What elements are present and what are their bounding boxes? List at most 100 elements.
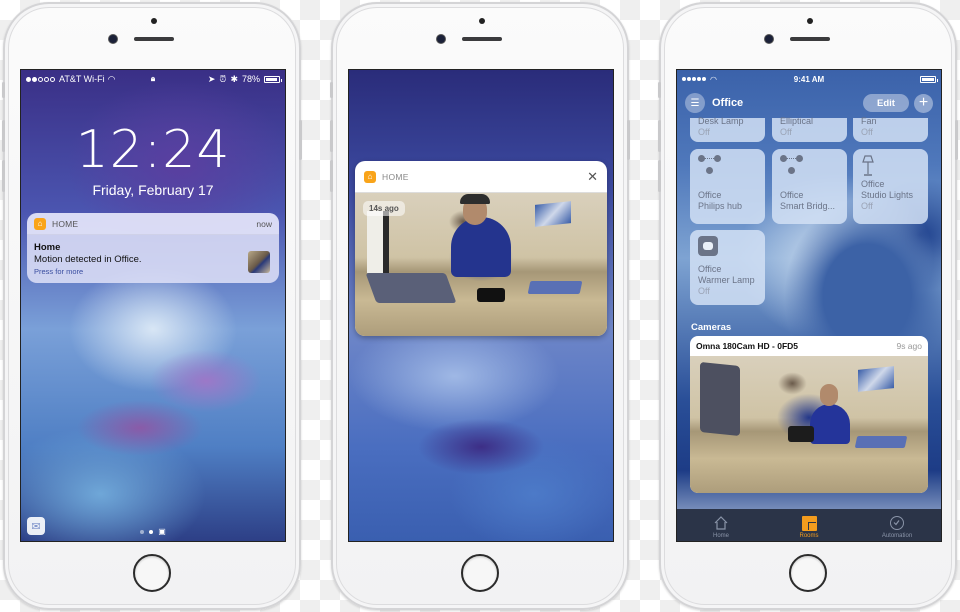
motion-notification[interactable]: ⌂ HOME now Home Motion detected in Offic… (27, 213, 279, 283)
volume-up-button (330, 120, 333, 152)
accessory-tile-elliptical[interactable]: Elliptical Off (772, 116, 847, 142)
home-button[interactable] (133, 554, 171, 592)
home-button[interactable] (461, 554, 499, 592)
home-app-icon: ⌂ (34, 217, 46, 230)
tile-room: Office (780, 190, 804, 200)
phone-home-app: ◠ 9:41 AM ☰ Office Edit + Desk Lamp Off … (658, 2, 958, 610)
power-button (299, 120, 302, 160)
proximity-sensor (807, 18, 813, 24)
tab-home[interactable]: Home (677, 509, 765, 541)
phone-expanded-notification: ⌂ HOME ✕ 14s ago (330, 2, 630, 610)
tile-state: Off (861, 127, 873, 137)
mute-switch (2, 82, 5, 98)
wifi-icon: ◠ (107, 73, 116, 84)
accessory-tile-fan[interactable]: Fan Off (853, 116, 928, 142)
tile-name: Studio Lights (861, 190, 914, 200)
video-wall-picture (535, 201, 571, 227)
home-icon (714, 516, 728, 530)
page-dot (140, 530, 145, 534)
accessory-tile-smart-bridge[interactable]: Office Smart Bridg... (772, 149, 847, 224)
carrier-label: AT&T Wi-Fi (59, 74, 105, 84)
volume-down-button (2, 160, 5, 192)
battery-icon (920, 75, 938, 83)
front-camera (109, 35, 117, 43)
automation-clock-icon (890, 516, 904, 530)
video-camera-object (788, 426, 814, 442)
tile-name: Elliptical (780, 116, 814, 126)
camera-card[interactable]: Omna 180Cam HD - 0FD5 9s ago (690, 336, 928, 493)
status-bar: ◠ 9:41 AM (677, 70, 941, 88)
wifi-icon: ◠ (710, 74, 717, 84)
camera-live-view[interactable]: 14s ago (355, 193, 607, 336)
tile-room: Office (861, 179, 885, 189)
video-tablet (527, 281, 583, 294)
front-camera (765, 35, 773, 43)
status-bar: AT&T Wi-Fi ◠ 🔒︎ ➤ ⏰︎ ✱ 78% (21, 70, 285, 88)
notification-app-name: HOME (52, 218, 79, 229)
nav-bar: ☰ Office Edit + (677, 88, 941, 118)
tab-rooms[interactable]: Rooms (765, 509, 853, 541)
earpiece-speaker (790, 37, 830, 41)
video-wall-picture (858, 366, 894, 392)
signal-icon (682, 77, 707, 81)
video-person-cap (460, 194, 490, 204)
volume-down-button (330, 160, 333, 192)
volume-up-button (658, 120, 661, 152)
accessory-tile-philips-hub[interactable]: Office Philips hub (690, 149, 765, 224)
video-laptop (365, 273, 457, 303)
video-person-head (820, 384, 838, 406)
notification-time: now (256, 218, 272, 229)
tile-name: Desk Lamp (698, 116, 744, 126)
page-dot-current (149, 530, 154, 534)
bluetooth-icon: ✱ (230, 73, 238, 84)
hub-icon (698, 155, 722, 177)
tile-state: Off (698, 286, 710, 296)
tile-name: Smart Bridg... (780, 201, 836, 211)
add-button[interactable]: + (914, 93, 933, 113)
alarm-icon: ⏰︎ (219, 73, 227, 84)
video-tablet (854, 436, 908, 448)
lamp-icon (861, 155, 875, 177)
section-header-cameras: Cameras (691, 322, 732, 333)
tile-name: Warmer Lamp (698, 275, 755, 285)
home-app-screen: ◠ 9:41 AM ☰ Office Edit + Desk Lamp Off … (676, 69, 942, 542)
notification-card: ⌂ HOME ✕ 14s ago (355, 161, 607, 336)
tile-name: Fan (861, 116, 877, 126)
accessory-tile-desk-lamp[interactable]: Desk Lamp Off (690, 116, 765, 142)
camera-time: 9s ago (896, 341, 922, 351)
power-button (955, 120, 958, 160)
proximity-sensor (479, 18, 485, 24)
notification-title: Home (34, 242, 61, 253)
battery-percent: 78% (241, 74, 260, 84)
video-laptop (700, 361, 740, 437)
home-button[interactable] (789, 554, 827, 592)
tab-automation[interactable]: Automation (853, 509, 941, 541)
edit-button[interactable]: Edit (863, 94, 909, 112)
tile-state: Off (698, 127, 710, 137)
tile-room: Office (698, 190, 722, 200)
signal-icon (26, 74, 56, 84)
mute-switch (330, 82, 333, 98)
tab-bar: Home Rooms Automation (677, 509, 941, 541)
camera-thumbnail (248, 251, 270, 273)
camera-name: Omna 180Cam HD - 0FD5 (696, 341, 799, 351)
mute-switch (658, 82, 661, 98)
tab-label: Automation (881, 533, 913, 539)
lock-icon: 🔒︎ (150, 74, 156, 83)
camera-icon: ▣ (158, 527, 166, 536)
notification-app-name: HOME (382, 171, 409, 182)
power-button (627, 120, 630, 160)
home-app-icon: ⌂ (364, 170, 376, 183)
press-for-more[interactable]: Press for more (34, 267, 83, 276)
list-icon[interactable]: ☰ (685, 93, 705, 113)
tile-state: Off (861, 201, 873, 211)
front-camera (437, 35, 445, 43)
outlet-icon (698, 236, 718, 256)
close-icon[interactable]: ✕ (587, 170, 598, 183)
proximity-sensor (151, 18, 157, 24)
room-title: Office (712, 97, 744, 109)
accessory-tile-studio-lights[interactable]: Office Studio Lights Off (853, 149, 928, 224)
accessory-tile-warmer-lamp[interactable]: Office Warmer Lamp Off (690, 230, 765, 305)
camera-snapshot[interactable] (690, 356, 928, 493)
video-window (367, 211, 389, 273)
